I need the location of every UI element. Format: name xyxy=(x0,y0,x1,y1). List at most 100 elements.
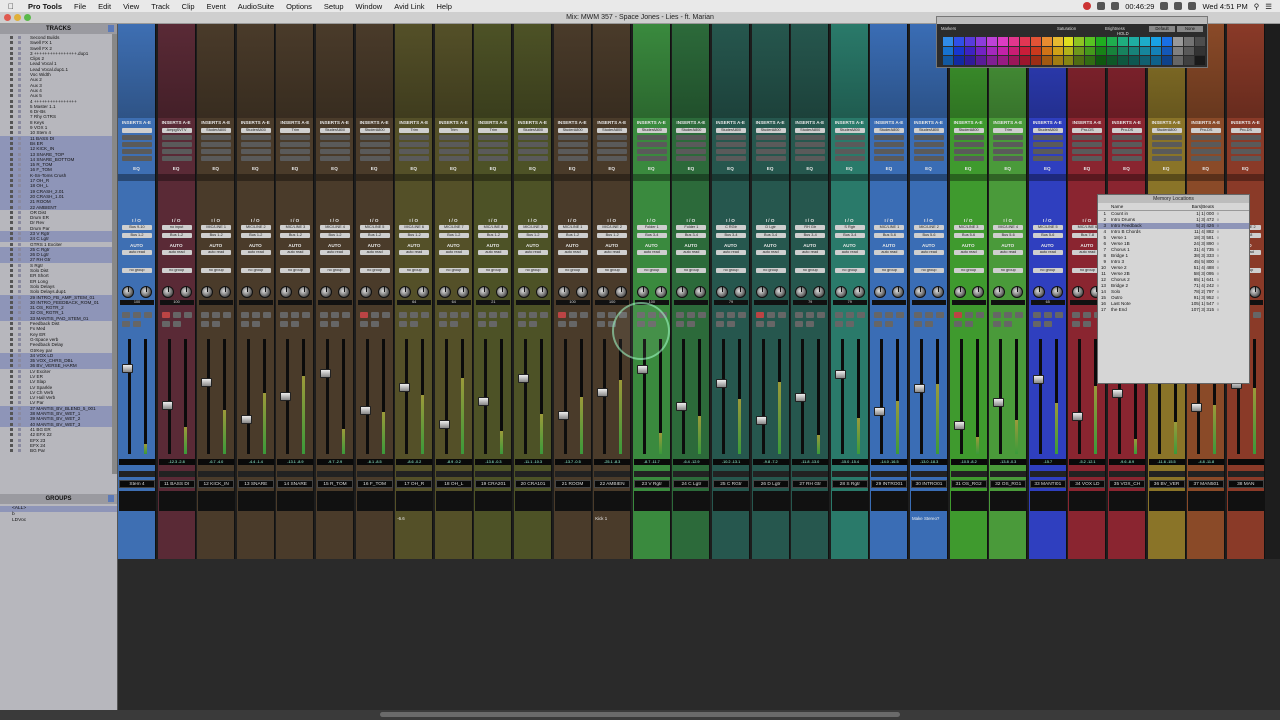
color-swatch[interactable] xyxy=(1030,37,1041,46)
fader-track[interactable] xyxy=(246,339,250,454)
track-name-button[interactable]: 35 VOX_CH xyxy=(1109,480,1145,488)
record-button[interactable] xyxy=(161,312,170,318)
insert-slot[interactable] xyxy=(1230,156,1261,161)
eq-display[interactable] xyxy=(316,174,353,181)
pan-knob[interactable] xyxy=(892,286,905,298)
color-swatch[interactable] xyxy=(943,46,953,56)
track-comment[interactable]: -6.6 xyxy=(395,514,433,559)
insert-slot[interactable]: Trim xyxy=(438,128,469,133)
insert-slot[interactable] xyxy=(795,156,826,161)
volume-fader[interactable] xyxy=(161,401,173,410)
eq-display[interactable] xyxy=(870,174,908,181)
solo-button[interactable] xyxy=(359,321,368,327)
track-name-button[interactable]: 14 SNARE xyxy=(277,480,314,488)
mute-button[interactable] xyxy=(727,321,735,327)
fader-track[interactable] xyxy=(999,339,1003,454)
mute-button[interactable] xyxy=(925,321,933,327)
insert-slot[interactable]: StuderA800 xyxy=(1032,128,1063,133)
group-selector[interactable]: no group xyxy=(359,268,390,273)
solo-button[interactable] xyxy=(518,321,526,327)
fader-track[interactable] xyxy=(444,339,448,454)
track-comment[interactable] xyxy=(355,514,393,559)
input-selector[interactable]: MIC/LINE 1 xyxy=(874,225,905,230)
volume-fader[interactable] xyxy=(676,402,688,411)
insert-slot[interactable] xyxy=(755,135,786,140)
color-swatch[interactable] xyxy=(986,56,997,65)
group-selector[interactable]: no group xyxy=(438,268,469,273)
input-selector[interactable]: no input xyxy=(161,225,192,230)
track-type-icon[interactable] xyxy=(183,312,192,318)
pan-knob[interactable] xyxy=(1072,286,1085,298)
automation-mode[interactable]: auto read xyxy=(478,250,509,255)
group-selector[interactable]: no group xyxy=(795,268,826,273)
color-swatch[interactable] xyxy=(1173,56,1184,65)
insert-slot[interactable]: StuderA800 xyxy=(676,128,707,133)
automation-mode[interactable]: auto read xyxy=(993,250,1024,255)
fader-track[interactable] xyxy=(524,339,527,454)
track-type-icon[interactable] xyxy=(342,312,350,318)
track-name-button[interactable]: 11 BASS DI xyxy=(158,480,195,488)
pan-knob[interactable] xyxy=(852,286,865,298)
insert-slot[interactable]: StuderA800 xyxy=(359,128,390,133)
solo-button[interactable] xyxy=(953,321,962,327)
mute-button[interactable] xyxy=(489,321,498,327)
insert-slot[interactable] xyxy=(1191,142,1222,147)
solo-button[interactable] xyxy=(795,321,804,327)
pan-knob[interactable] xyxy=(971,286,984,298)
fader-track[interactable] xyxy=(563,339,567,454)
color-swatch[interactable] xyxy=(1151,37,1162,46)
insert-slot[interactable] xyxy=(953,142,984,147)
mute-button[interactable] xyxy=(1043,321,1052,327)
volume-fader[interactable] xyxy=(557,411,569,420)
pan-knob[interactable] xyxy=(1050,286,1063,298)
solo-button[interactable] xyxy=(438,321,447,327)
insert-slot[interactable] xyxy=(399,135,430,140)
mute-button[interactable] xyxy=(845,321,854,327)
record-button[interactable] xyxy=(834,312,843,318)
input-selector[interactable]: MIC/LINE 2 xyxy=(914,225,944,230)
record-button[interactable] xyxy=(557,312,566,318)
mute-button[interactable] xyxy=(964,321,973,327)
fader-track[interactable] xyxy=(761,339,765,454)
input-selector[interactable]: Folder 1 xyxy=(636,225,667,230)
volume-icon[interactable] xyxy=(1174,2,1183,10)
menu-audiosuite[interactable]: AudioSuite xyxy=(232,2,280,11)
insert-slot[interactable]: StuderA800 xyxy=(597,128,628,133)
color-swatch[interactable] xyxy=(1140,46,1151,56)
record-button[interactable] xyxy=(914,312,922,318)
pan-knob[interactable] xyxy=(993,286,1006,298)
eq-display[interactable] xyxy=(118,174,155,181)
track-type-icon[interactable] xyxy=(262,312,271,318)
eq-display[interactable] xyxy=(236,174,274,181)
input-monitor-button[interactable] xyxy=(687,312,696,318)
solo-button[interactable] xyxy=(874,321,883,327)
track-type-icon[interactable] xyxy=(500,312,509,318)
app-menu[interactable]: Pro Tools xyxy=(22,2,68,11)
input-monitor-button[interactable] xyxy=(885,312,894,318)
record-button[interactable] xyxy=(122,312,130,318)
insert-slot[interactable] xyxy=(557,135,588,140)
input-selector[interactable]: MIC/LINE 1 xyxy=(557,225,588,230)
record-button[interactable] xyxy=(795,312,804,318)
input-selector[interactable]: MIC/LINE 3 xyxy=(280,225,311,230)
pan-knob[interactable] xyxy=(716,286,728,298)
pan-knob[interactable] xyxy=(456,286,469,298)
volume-fader[interactable] xyxy=(1191,403,1203,412)
insert-slot[interactable] xyxy=(953,135,984,140)
input-selector[interactable]: MIC/LINE 5 xyxy=(1032,225,1063,230)
group-selector[interactable]: no group xyxy=(636,268,667,273)
input-monitor-button[interactable] xyxy=(291,312,300,318)
insert-slot[interactable] xyxy=(359,156,390,161)
eq-display[interactable] xyxy=(157,174,195,181)
volume-fader[interactable] xyxy=(1072,412,1084,421)
insert-slot[interactable] xyxy=(518,142,548,147)
fader-track[interactable] xyxy=(682,339,686,454)
volume-fader[interactable] xyxy=(795,393,807,402)
apple-icon[interactable]:  xyxy=(0,2,22,11)
output-selector[interactable]: Bus 1-2 xyxy=(399,233,430,238)
pan-knob[interactable] xyxy=(813,286,826,298)
pan-knob[interactable] xyxy=(932,286,944,298)
menubar-datetime[interactable]: Wed 4:51 PM xyxy=(1202,2,1247,11)
fader-track[interactable] xyxy=(365,339,369,454)
insert-slot[interactable] xyxy=(320,142,350,147)
